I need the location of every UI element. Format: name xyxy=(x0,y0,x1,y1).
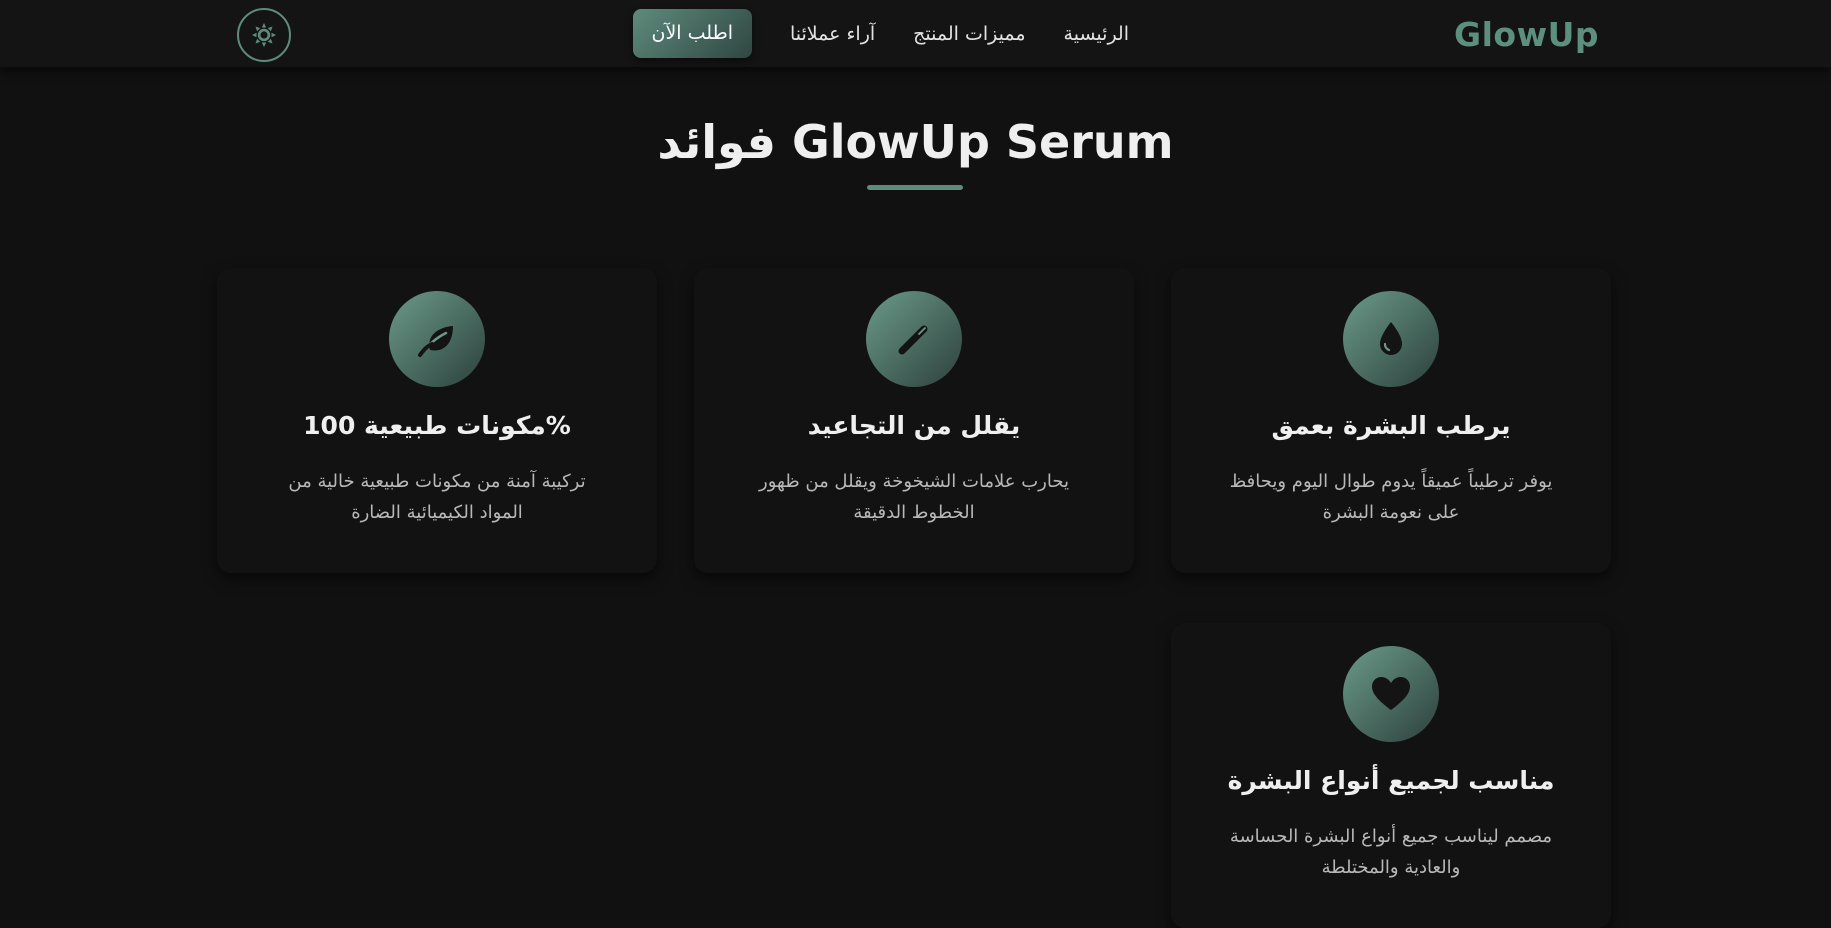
order-now-button[interactable]: اطلب الآن xyxy=(632,9,752,58)
section-title: فوائد GlowUp Serum xyxy=(657,115,1174,169)
navbar: GlowUp الرئيسية مميزات المنتج آراء عملائ… xyxy=(0,0,1831,67)
feature-icon-circle xyxy=(1343,646,1439,742)
feature-title: مناسب لجميع أنواع البشرة xyxy=(1227,766,1555,795)
heart-icon xyxy=(1372,677,1410,710)
nav-link-testimonials[interactable]: آراء عملائنا xyxy=(790,23,875,45)
feature-description: يحارب علامات الشيخوخة ويقلل من ظهور الخط… xyxy=(759,471,1069,523)
brand-logo[interactable]: GlowUp xyxy=(1454,12,1599,58)
leaf-icon xyxy=(418,326,453,357)
feature-card-skin-types: مناسب لجميع أنواع البشرة مصمم ليناسب جمي… xyxy=(1171,623,1611,928)
feature-title: يقلل من التجاعيد xyxy=(807,411,1021,440)
feature-icon-circle xyxy=(389,291,485,387)
nav-link-home[interactable]: الرئيسية xyxy=(1064,23,1129,45)
magic-wand-icon xyxy=(898,325,928,355)
feature-card-hydration: يرطب البشرة بعمق يوفر ترطيباً عميقاً يدو… xyxy=(1171,268,1611,573)
title-underline xyxy=(867,185,963,190)
droplet-icon xyxy=(1380,322,1402,355)
nav-link-features[interactable]: مميزات المنتج xyxy=(913,23,1025,45)
feature-description: تركيبة آمنة من مكونات طبيعية خالية من ال… xyxy=(288,471,586,523)
feature-description: يوفر ترطيباً عميقاً يدوم طوال اليوم ويحا… xyxy=(1229,471,1553,523)
feature-title: يرطب البشرة بعمق xyxy=(1271,411,1511,440)
nav-links: الرئيسية مميزات المنتج آراء عملائنا اطلب… xyxy=(632,9,1129,58)
feature-icon-circle xyxy=(866,291,962,387)
sun-icon xyxy=(252,23,276,47)
theme-toggle-button[interactable] xyxy=(237,8,291,62)
feature-icon-circle xyxy=(1343,291,1439,387)
feature-card-wrinkles: يقلل من التجاعيد يحارب علامات الشيخوخة و… xyxy=(694,268,1134,573)
feature-title: مكونات طبيعية 100% xyxy=(303,411,571,440)
feature-description: مصمم ليناسب جميع أنواع البشرة الحساسة وا… xyxy=(1229,826,1553,878)
feature-card-natural: مكونات طبيعية 100% تركيبة آمنة من مكونات… xyxy=(217,268,657,573)
